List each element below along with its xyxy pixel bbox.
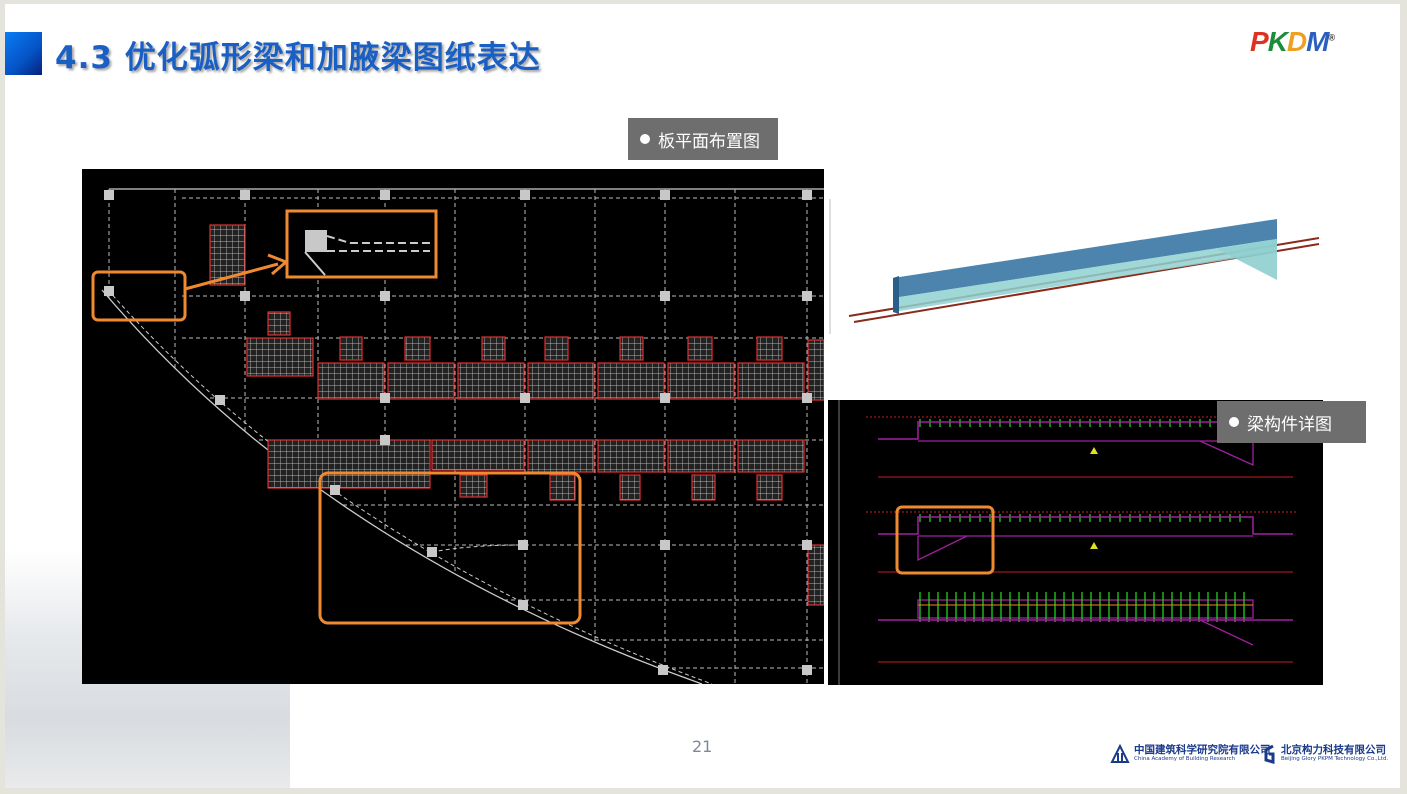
slab-hatch <box>807 339 824 401</box>
slab-hatch <box>597 362 665 400</box>
column <box>658 665 668 675</box>
slab-hatch <box>619 336 644 361</box>
slab-hatch <box>807 544 824 606</box>
slab-hatch <box>431 439 525 471</box>
slab-hatch <box>481 336 506 361</box>
slab-hatch <box>267 439 431 489</box>
column <box>520 190 530 200</box>
column-zoomed <box>305 230 327 252</box>
beam-3d-model <box>829 199 1320 334</box>
column <box>520 393 530 403</box>
slab-plan-label: 板平面布置图 <box>628 118 778 160</box>
column <box>240 190 250 200</box>
slab-hatch <box>737 362 805 400</box>
slab-hatch <box>267 311 291 336</box>
slab-hatch <box>457 362 525 400</box>
column <box>380 291 390 301</box>
column <box>104 286 114 296</box>
column <box>660 393 670 403</box>
bullet-icon <box>640 134 650 144</box>
column <box>660 540 670 550</box>
slab-hatch <box>404 336 431 361</box>
column <box>380 190 390 200</box>
bullet-icon <box>1229 417 1239 427</box>
slab-hatch <box>756 474 783 501</box>
slab-hatch <box>339 336 363 361</box>
slab-hatch <box>687 336 713 361</box>
column <box>240 291 250 301</box>
slab-hatch <box>667 362 735 400</box>
slab-hatch <box>597 439 665 473</box>
page-number: 21 <box>692 737 713 756</box>
column <box>802 190 812 200</box>
slab-hatch <box>691 474 716 501</box>
slab-hatch <box>246 337 314 377</box>
slide: 4.3 优化弧形梁和加腋梁图纸表达 PKDM® 板平面布置图 梁构件详图 21 … <box>5 4 1400 788</box>
column <box>802 540 812 550</box>
slab-hatch <box>737 439 805 473</box>
column <box>518 600 528 610</box>
pkpm-logo: PKDM® <box>1250 26 1335 57</box>
column <box>660 291 670 301</box>
slab-plan-drawing <box>82 169 824 684</box>
slab-hatch <box>459 474 488 498</box>
page-title: 4.3 优化弧形梁和加腋梁图纸表达 <box>55 40 541 76</box>
slab-hatch <box>209 224 246 286</box>
column <box>802 665 812 675</box>
slab-hatch <box>619 474 641 501</box>
column <box>215 395 225 405</box>
column <box>802 291 812 301</box>
title-accent-block <box>5 32 42 75</box>
cabr-emblem-icon <box>1110 744 1130 763</box>
slab-hatch <box>544 336 569 361</box>
slab-hatch <box>527 439 595 473</box>
column <box>802 393 812 403</box>
column <box>104 190 114 200</box>
glory-pkpm-logo: 北京构力科技有限公司 Beijing Glory PKPM Technology … <box>1263 744 1388 764</box>
column <box>660 190 670 200</box>
column <box>380 393 390 403</box>
cabr-logo: 中国建筑科学研究院有限公司 China Academy of Building R… <box>1110 744 1271 764</box>
slab-hatch <box>387 362 455 400</box>
beam-detail-label-text: 梁构件详图 <box>1247 414 1332 435</box>
glory-emblem-icon <box>1264 744 1275 764</box>
column <box>380 435 390 445</box>
slab-hatch <box>667 439 735 473</box>
beam-detail-label: 梁构件详图 <box>1217 401 1366 443</box>
column <box>330 485 340 495</box>
slab-hatch <box>527 362 595 400</box>
slab-hatch <box>317 362 385 400</box>
slab-plan-label-text: 板平面布置图 <box>658 131 760 152</box>
slab-hatch <box>756 336 783 361</box>
slab-hatch <box>549 474 576 501</box>
